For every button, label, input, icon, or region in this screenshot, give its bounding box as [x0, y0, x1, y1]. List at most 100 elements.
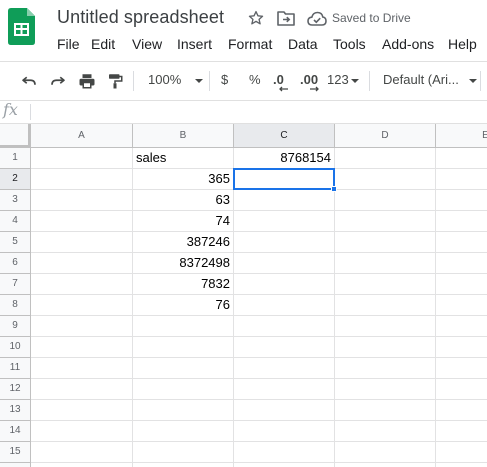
cell-c4[interactable]	[234, 211, 335, 232]
cell-b12[interactable]	[133, 379, 234, 400]
save-status[interactable]: Saved to Drive	[332, 11, 411, 25]
cell-c1[interactable]: 8768154	[234, 148, 335, 169]
cell-e10[interactable]	[436, 337, 487, 358]
cloud-saved-icon[interactable]	[307, 11, 327, 26]
cell-b8[interactable]: 76	[133, 295, 234, 316]
cell-a14[interactable]	[31, 421, 133, 442]
cell-a3[interactable]	[31, 190, 133, 211]
cell-d13[interactable]	[335, 400, 436, 421]
cell-d6[interactable]	[335, 253, 436, 274]
cell-b13[interactable]	[133, 400, 234, 421]
cell-d12[interactable]	[335, 379, 436, 400]
cell-a10[interactable]	[31, 337, 133, 358]
cell-d14[interactable]	[335, 421, 436, 442]
cell-e14[interactable]	[436, 421, 487, 442]
more-formats-select[interactable]: 123	[327, 72, 359, 90]
cell-d10[interactable]	[335, 337, 436, 358]
cell-a8[interactable]	[31, 295, 133, 316]
increase-decimals-button[interactable]: .00	[300, 72, 319, 92]
cell-a2[interactable]	[31, 169, 133, 190]
cell-e4[interactable]	[436, 211, 487, 232]
cell-d8[interactable]	[335, 295, 436, 316]
undo-icon[interactable]	[20, 72, 38, 90]
cell-b15[interactable]	[133, 442, 234, 463]
row-header-8[interactable]: 8	[0, 295, 31, 316]
column-header-c[interactable]: C	[234, 124, 335, 148]
cell-e5[interactable]	[436, 232, 487, 253]
cell-a12[interactable]	[31, 379, 133, 400]
row-header-2[interactable]: 2	[0, 169, 31, 190]
cell-d7[interactable]	[335, 274, 436, 295]
menu-addons[interactable]: Add-ons	[382, 36, 434, 52]
cell-e9[interactable]	[436, 316, 487, 337]
cell-c6[interactable]	[234, 253, 335, 274]
cell-c9[interactable]	[234, 316, 335, 337]
move-to-folder-icon[interactable]	[277, 10, 295, 26]
cell-a15[interactable]	[31, 442, 133, 463]
cell-b2[interactable]: 365	[133, 169, 234, 190]
row-header-3[interactable]: 3	[0, 190, 31, 211]
decrease-decimals-button[interactable]: .0	[273, 72, 288, 92]
cell-c15[interactable]	[234, 442, 335, 463]
cell-b10[interactable]	[133, 337, 234, 358]
zoom-select[interactable]: 100%	[148, 72, 204, 90]
cell-e7[interactable]	[436, 274, 487, 295]
row-header-11[interactable]: 11	[0, 358, 31, 379]
currency-format-button[interactable]: $	[221, 72, 228, 90]
select-all-corner[interactable]	[0, 124, 31, 148]
cell-d2[interactable]	[335, 169, 436, 190]
cell-e11[interactable]	[436, 358, 487, 379]
row-header-15[interactable]: 15	[0, 442, 31, 463]
cell-a1[interactable]	[31, 148, 133, 169]
row-header-13[interactable]: 13	[0, 400, 31, 421]
paint-format-icon[interactable]	[106, 72, 124, 90]
cell-d3[interactable]	[335, 190, 436, 211]
cell-e2[interactable]	[436, 169, 487, 190]
sheets-logo-icon[interactable]	[8, 8, 35, 45]
menu-data[interactable]: Data	[288, 36, 318, 52]
cell-a16[interactable]	[31, 463, 133, 467]
cell-a9[interactable]	[31, 316, 133, 337]
row-header-12[interactable]: 12	[0, 379, 31, 400]
cell-b7[interactable]: 7832	[133, 274, 234, 295]
cell-d1[interactable]	[335, 148, 436, 169]
cell-b11[interactable]	[133, 358, 234, 379]
cell-a11[interactable]	[31, 358, 133, 379]
cell-c14[interactable]	[234, 421, 335, 442]
star-icon[interactable]	[247, 9, 265, 27]
cell-d15[interactable]	[335, 442, 436, 463]
row-header-16[interactable]: 16	[0, 463, 31, 467]
cell-b16[interactable]	[133, 463, 234, 467]
cell-c2[interactable]	[234, 169, 335, 190]
column-header-b[interactable]: B	[133, 124, 234, 148]
row-header-4[interactable]: 4	[0, 211, 31, 232]
cell-d4[interactable]	[335, 211, 436, 232]
row-header-10[interactable]: 10	[0, 337, 31, 358]
menu-help[interactable]: Help	[448, 36, 477, 52]
column-header-d[interactable]: D	[335, 124, 436, 148]
row-header-14[interactable]: 14	[0, 421, 31, 442]
cell-e6[interactable]	[436, 253, 487, 274]
fill-handle[interactable]	[331, 186, 337, 192]
column-header-a[interactable]: A	[31, 124, 133, 148]
formula-input[interactable]	[36, 104, 476, 120]
cell-a5[interactable]	[31, 232, 133, 253]
print-icon[interactable]	[78, 72, 96, 90]
menu-insert[interactable]: Insert	[177, 36, 212, 52]
menu-view[interactable]: View	[132, 36, 162, 52]
cell-d9[interactable]	[335, 316, 436, 337]
cell-d16[interactable]	[335, 463, 436, 467]
menu-format[interactable]: Format	[228, 36, 272, 52]
cell-b14[interactable]	[133, 421, 234, 442]
cell-e8[interactable]	[436, 295, 487, 316]
cell-b1[interactable]: sales	[133, 148, 234, 169]
cell-e15[interactable]	[436, 442, 487, 463]
cell-d5[interactable]	[335, 232, 436, 253]
menu-tools[interactable]: Tools	[333, 36, 366, 52]
cell-c12[interactable]	[234, 379, 335, 400]
cell-e3[interactable]	[436, 190, 487, 211]
cell-a4[interactable]	[31, 211, 133, 232]
cell-a7[interactable]	[31, 274, 133, 295]
cell-b4[interactable]: 74	[133, 211, 234, 232]
cell-b6[interactable]: 8372498	[133, 253, 234, 274]
